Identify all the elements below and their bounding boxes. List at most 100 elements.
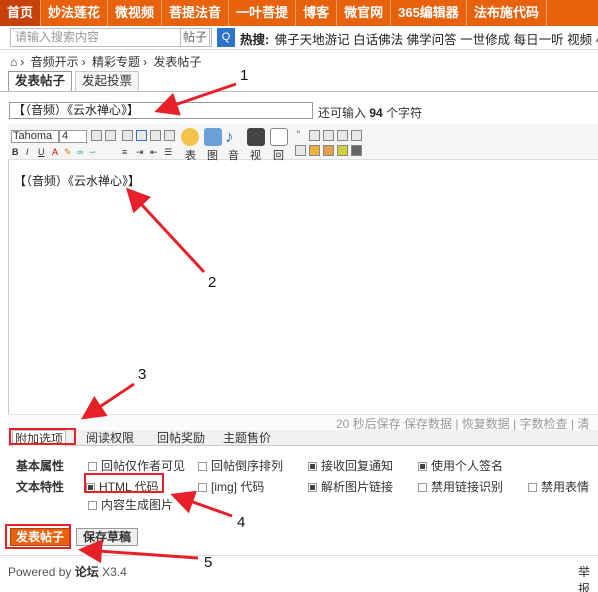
video-label: 视: [250, 150, 261, 162]
text-color-icon[interactable]: [91, 130, 102, 141]
opt-signature[interactable]: 使用个人签名: [418, 457, 503, 474]
checkbox[interactable]: [308, 483, 317, 492]
nav-item[interactable]: 妙法莲花: [41, 0, 109, 26]
align-left-icon[interactable]: [122, 130, 133, 141]
justify-icon[interactable]: [164, 130, 175, 141]
opt-disable-links[interactable]: 禁用链接识别: [418, 478, 503, 495]
audio-icon[interactable]: ♪: [225, 128, 243, 146]
post-tabs: 发表帖子 发起投票: [8, 71, 142, 92]
search-type-select[interactable]: 帖子: [180, 28, 212, 47]
format-icon[interactable]: ☰: [164, 147, 172, 158]
checkbox[interactable]: [88, 501, 97, 510]
free-icon[interactable]: [351, 130, 362, 141]
hot-item[interactable]: 佛学问答: [407, 33, 457, 47]
nav-item[interactable]: 菩提法音: [162, 0, 230, 26]
video-icon[interactable]: [247, 128, 265, 146]
checkbox[interactable]: [198, 462, 207, 471]
opt-reverse-order[interactable]: 回帖倒序排列: [198, 457, 283, 474]
code-icon[interactable]: [309, 130, 320, 141]
editor-content[interactable]: 【（音频）《云水禅心》】: [14, 172, 140, 189]
opt-label: 回帖倒序排列: [211, 459, 284, 473]
tab-label: 回帖奖励: [157, 431, 206, 445]
underline-icon[interactable]: U: [38, 147, 45, 157]
nav-item[interactable]: 微视频: [108, 0, 163, 26]
nav-item[interactable]: 一叶菩提: [229, 0, 297, 26]
home-icon[interactable]: ⌂: [10, 55, 17, 69]
title-input[interactable]: 【（音频）《云水禅心》】: [9, 102, 313, 119]
search-button[interactable]: Q: [217, 28, 235, 47]
italic-icon[interactable]: I: [26, 147, 29, 157]
nav-item[interactable]: 法布施代码: [467, 0, 547, 26]
attach-icon[interactable]: [323, 145, 334, 156]
font-select[interactable]: Tahoma: [11, 130, 59, 143]
arrow-5: [78, 539, 199, 564]
checkbox[interactable]: [308, 462, 317, 471]
save-draft-button[interactable]: 保存草稿: [76, 528, 138, 546]
align-center-icon[interactable]: [136, 130, 147, 141]
edit-icon[interactable]: [337, 145, 348, 156]
tab-reply-reward[interactable]: 回帖奖励: [155, 430, 207, 446]
outdent-icon[interactable]: ⇤: [150, 147, 158, 158]
checkbox[interactable]: [418, 462, 427, 471]
size-select[interactable]: 4: [59, 130, 87, 143]
text-attr-label: 文本特性: [16, 480, 65, 494]
opt-label: 使用个人签名: [431, 459, 504, 473]
nav-item[interactable]: 博客: [296, 0, 338, 26]
hot-item[interactable]: 佛子天地游记: [275, 33, 350, 47]
highlight-html-code: [84, 473, 164, 493]
hot-item[interactable]: 白话佛法: [353, 33, 403, 47]
tab-label: 主题售价: [223, 431, 272, 445]
highlight-extra-options: [9, 428, 76, 445]
remain-count: 94: [369, 106, 383, 120]
nav-item[interactable]: 365编辑器: [391, 0, 467, 26]
indent-icon[interactable]: ⇥: [136, 147, 144, 158]
unlink-icon[interactable]: ∽: [89, 147, 97, 158]
flash-icon[interactable]: [270, 128, 288, 146]
hot-item[interactable]: 一世修成: [460, 33, 510, 47]
editor-area[interactable]: [8, 124, 598, 430]
tab-poll[interactable]: 发起投票: [75, 71, 140, 92]
breadcrumb-item: 发表帖子: [153, 55, 202, 69]
opt-content-image[interactable]: 内容生成图片: [88, 496, 173, 513]
tab-post[interactable]: 发表帖子: [8, 71, 73, 92]
font-color-icon[interactable]: A: [52, 147, 58, 157]
hot-item[interactable]: 每日一听: [514, 33, 564, 47]
hr-icon[interactable]: [337, 130, 348, 141]
checkbox[interactable]: [528, 483, 537, 492]
hide-icon[interactable]: [295, 145, 306, 156]
opt-label: 接收回复通知: [321, 459, 394, 473]
emoticon-icon[interactable]: [181, 128, 199, 146]
annotation-2: 2: [208, 274, 217, 291]
opt-reply-author-only[interactable]: 回帖仅作者可见: [88, 457, 185, 474]
opt-img-code[interactable]: [img] 代码: [198, 478, 264, 495]
opt-parse-links[interactable]: 解析图片链接: [308, 478, 393, 495]
checkbox[interactable]: [418, 483, 427, 492]
highlight-icon[interactable]: ✎: [64, 147, 72, 158]
checkbox[interactable]: [88, 462, 97, 471]
more-icon[interactable]: [351, 145, 362, 156]
checkbox[interactable]: [198, 483, 207, 492]
brand-link[interactable]: 论坛: [75, 565, 99, 579]
image-icon[interactable]: [204, 128, 222, 146]
breadcrumb-item[interactable]: 音频开示: [31, 55, 79, 69]
opt-label: 禁用链接识别: [431, 480, 504, 494]
report-link[interactable]: 举报: [578, 563, 598, 592]
quote-icon[interactable]: “: [297, 129, 300, 139]
tab-price[interactable]: 主题售价: [221, 430, 273, 446]
hot-item[interactable]: 视频: [567, 33, 592, 47]
tab-read-permission[interactable]: 阅读权限: [84, 430, 136, 446]
password-icon[interactable]: [309, 145, 320, 156]
annotation-4: 4: [237, 514, 246, 531]
opt-notify[interactable]: 接收回复通知: [308, 457, 393, 474]
link-icon[interactable]: ∞: [77, 147, 83, 157]
table-icon[interactable]: [323, 130, 334, 141]
breadcrumb-item[interactable]: 精彩专题: [92, 55, 140, 69]
list-icon[interactable]: ≡: [122, 147, 127, 157]
bg-color-icon[interactable]: [105, 130, 116, 141]
nav-home[interactable]: 首页: [0, 0, 42, 26]
align-right-icon[interactable]: [150, 130, 161, 141]
opt-disable-smilies[interactable]: 禁用表情: [528, 478, 589, 495]
bold-icon[interactable]: B: [12, 147, 19, 157]
audio-label: 音: [228, 150, 239, 162]
nav-item[interactable]: 微官网: [337, 0, 392, 26]
